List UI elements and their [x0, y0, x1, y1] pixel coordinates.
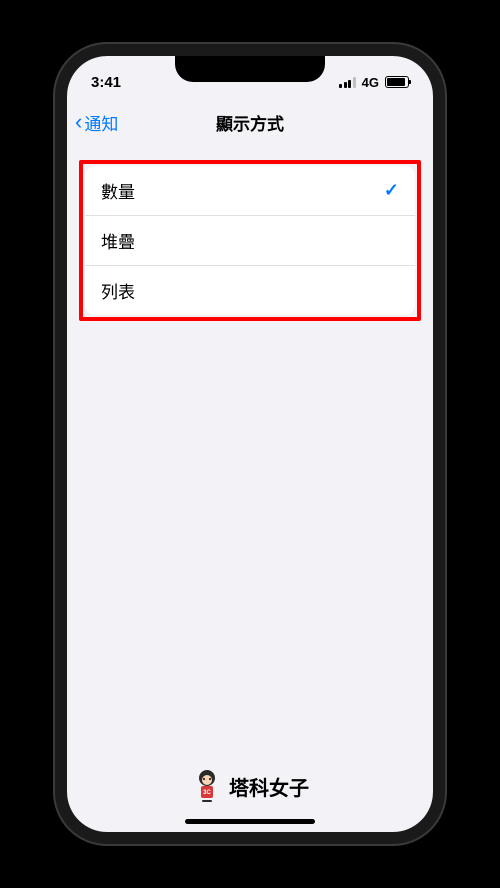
- status-right: 4G: [339, 75, 409, 90]
- network-label: 4G: [362, 75, 379, 90]
- status-time: 3:41: [91, 74, 121, 91]
- phone-frame: 3:41 4G ‹ 通知 顯示方式 數量: [55, 44, 445, 844]
- option-label: 數量: [101, 178, 135, 203]
- content-area: 數量 ✓ 堆疊 列表: [67, 144, 433, 832]
- highlight-annotation: 數量 ✓ 堆疊 列表: [79, 160, 421, 321]
- svg-text:3C: 3C: [203, 790, 211, 796]
- option-list[interactable]: 列表: [85, 266, 415, 315]
- option-count[interactable]: 數量 ✓: [85, 166, 415, 216]
- watermark-text: 塔科女子: [229, 772, 309, 801]
- back-label: 通知: [84, 110, 118, 135]
- signal-icon: [339, 77, 356, 88]
- option-label: 列表: [101, 278, 135, 303]
- watermark-avatar-icon: 3C: [191, 768, 223, 804]
- option-stack[interactable]: 堆疊: [85, 216, 415, 266]
- home-indicator[interactable]: [185, 819, 315, 824]
- options-list: 數量 ✓ 堆疊 列表: [85, 166, 415, 315]
- checkmark-icon: ✓: [384, 180, 399, 201]
- chevron-left-icon: ‹: [75, 111, 82, 133]
- watermark: 3C 塔科女子: [191, 768, 309, 804]
- option-label: 堆疊: [101, 228, 135, 253]
- battery-icon: [385, 76, 409, 88]
- nav-bar: ‹ 通知 顯示方式: [67, 100, 433, 144]
- page-title: 顯示方式: [216, 110, 284, 135]
- notch: [175, 56, 325, 82]
- screen: 3:41 4G ‹ 通知 顯示方式 數量: [67, 56, 433, 832]
- back-button[interactable]: ‹ 通知: [75, 110, 118, 135]
